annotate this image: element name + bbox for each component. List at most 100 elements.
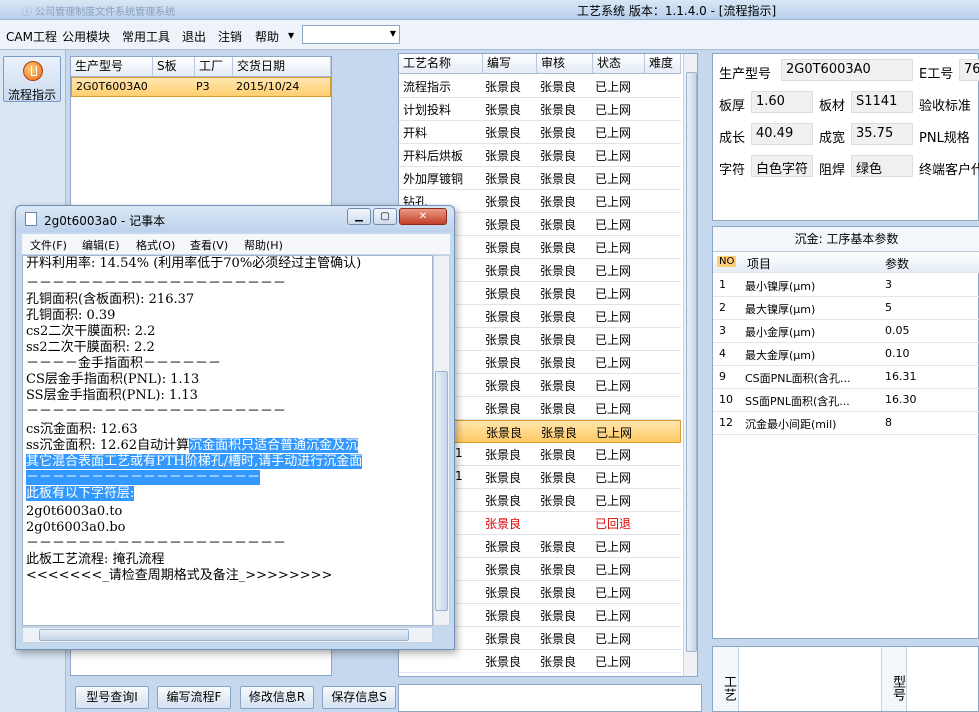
- process-status: 已上网: [595, 609, 632, 623]
- window-ghost-title: ⓘ 公司管理制度文件系统管理系统: [22, 7, 176, 18]
- param-no: 12: [719, 416, 733, 429]
- notepad-line-text: 2g0t6003a0.bo: [26, 520, 126, 535]
- query-model-button[interactable]: 型号查询I: [75, 686, 149, 709]
- flow-indicator-button[interactable]: 流程指示: [3, 56, 61, 102]
- process-scrollbar[interactable]: [683, 54, 697, 676]
- notepad-selected-text: 此板有以下字符层:: [26, 486, 135, 501]
- process-reviewer: 张景良: [540, 126, 577, 140]
- mask-label: 阻焊: [819, 163, 846, 178]
- minimize-icon[interactable]: ▁: [347, 208, 371, 225]
- notepad-line-text: <<<<<<<_请检查周期格式及备注_>>>>>>>>: [26, 568, 333, 583]
- menu-logout[interactable]: 注销: [218, 28, 242, 45]
- process-reviewer: 张景良: [540, 563, 577, 577]
- process-writer: 张景良: [485, 471, 522, 485]
- process-params-panel: 沉金: 工序基本参数 NO 项目 参数 1 最小镍厚(μm) 3 2 最大镍厚(μm) 5…: [712, 226, 979, 639]
- param-row[interactable]: 2 最大镍厚(μm) 5: [713, 297, 979, 320]
- mask-field[interactable]: 绿色: [851, 155, 913, 177]
- notepad-hscroll-thumb[interactable]: [39, 629, 409, 641]
- col-value[interactable]: 参数: [885, 255, 909, 272]
- notepad-vscroll[interactable]: [433, 255, 450, 626]
- param-row[interactable]: 9 CS面PNL面积(含孔... 16.31: [713, 366, 979, 389]
- process-writer: 张景良: [485, 264, 522, 278]
- notepad-title-bar[interactable]: 2g0t6003a0 - 记事本 ▁ ▢ ✕: [16, 206, 454, 232]
- param-row[interactable]: 3 最小金厚(μm) 0.05: [713, 320, 979, 343]
- process-status: 已上网: [595, 402, 632, 416]
- process-status: 已上网: [595, 195, 632, 209]
- menu-exit[interactable]: 退出: [182, 28, 206, 45]
- col-process-name[interactable]: 工艺名称: [399, 54, 483, 73]
- close-icon[interactable]: ✕: [399, 208, 447, 225]
- char-field[interactable]: 白色字符: [751, 155, 813, 177]
- process-row[interactable]: 开料后烘板 张景良 张景良 已上网: [399, 144, 681, 167]
- width-field[interactable]: 35.75: [851, 123, 913, 145]
- process-status: 已上网: [595, 563, 632, 577]
- save-info-button[interactable]: 保存信息S: [322, 686, 396, 709]
- notepad-menu-file[interactable]: 文件(F): [30, 237, 67, 253]
- edit-info-button[interactable]: 修改信息R: [240, 686, 314, 709]
- notepad-menu-format[interactable]: 格式(O): [136, 237, 175, 253]
- col-status[interactable]: 状态: [593, 54, 645, 73]
- process-writer: 张景良: [485, 676, 521, 677]
- process-status: 已回退: [595, 517, 632, 531]
- process-reviewer: 张景良: [540, 241, 577, 255]
- menu-tools[interactable]: 常用工具: [122, 28, 170, 45]
- process-row[interactable]: 开料 张景良 张景良 已上网: [399, 121, 681, 144]
- col-factory[interactable]: 工厂: [195, 57, 233, 76]
- col-s-board[interactable]: S板: [153, 57, 195, 76]
- param-row[interactable]: 12 沉金最小间距(mil) 8: [713, 412, 979, 435]
- help-dropdown-icon[interactable]: ▼: [288, 31, 294, 40]
- notepad-window[interactable]: 2g0t6003a0 - 记事本 ▁ ▢ ✕ 文件(F) 编辑(E) 格式(O)…: [15, 205, 455, 650]
- notepad-line: cs2二次干膜面积: 2.2: [26, 324, 155, 340]
- notepad-line: <<<<<<<_请检查周期格式及备注_>>>>>>>>: [26, 568, 332, 584]
- process-row[interactable]: 外加厚镀铜 张景良 张景良 已上网: [399, 167, 681, 190]
- process-writer: 张景良: [486, 426, 523, 440]
- customer-label: 终端客户代: [919, 163, 979, 178]
- param-row[interactable]: 4 最大金厚(μm) 0.10: [713, 343, 979, 366]
- process-reviewer: 张景良: [540, 264, 577, 278]
- param-item: SS面PNL面积(含孔...: [745, 395, 850, 408]
- process-status: 已上网: [595, 333, 632, 347]
- scroll-thumb[interactable]: [686, 72, 697, 652]
- write-flow-button[interactable]: 编写流程F: [157, 686, 231, 709]
- model-field[interactable]: 2G0T6003A0: [781, 59, 913, 81]
- notepad-line: －－－－－－－－－－－－－－－－－－－－: [26, 276, 286, 292]
- process-writer: 张景良: [485, 241, 522, 255]
- menu-cam[interactable]: CAM工程: [6, 28, 57, 45]
- notepad-menu-edit[interactable]: 编辑(E): [82, 237, 120, 253]
- process-row[interactable]: 包装 张景良 张景良 已上网: [399, 673, 681, 677]
- col-model[interactable]: 生产型号: [71, 57, 153, 76]
- menu-help[interactable]: 帮助: [255, 28, 279, 45]
- process-row[interactable]: 张景良 张景良 已上网: [399, 650, 681, 673]
- notepad-line-text: ss沉金面积: 12.62自动计算: [26, 438, 190, 453]
- col-date[interactable]: 交货日期: [233, 57, 331, 76]
- process-row[interactable]: 计划投料 张景良 张景良 已上网: [399, 98, 681, 121]
- notepad-line-text: CS层金手指面积(PNL): 1.13: [26, 372, 200, 387]
- col-item[interactable]: 项目: [747, 255, 771, 272]
- notepad-menu-view[interactable]: 查看(V): [190, 237, 228, 253]
- notepad-menu-help[interactable]: 帮助(H): [244, 237, 283, 253]
- menu-combo-box[interactable]: ▼: [302, 25, 400, 44]
- length-field[interactable]: 40.49: [751, 123, 813, 145]
- col-writer[interactable]: 编写: [483, 54, 537, 73]
- col-no[interactable]: NO: [717, 256, 737, 267]
- process-writer: 张景良: [485, 494, 522, 508]
- eng-field[interactable]: 76: [959, 59, 979, 81]
- param-row[interactable]: 10 SS面PNL面积(含孔... 16.30: [713, 389, 979, 412]
- process-writer: 张景良: [485, 563, 522, 577]
- material-field[interactable]: S1141: [851, 91, 913, 113]
- menu-public[interactable]: 公用模块: [62, 28, 110, 45]
- col-reviewer[interactable]: 审核: [537, 54, 593, 73]
- maximize-icon[interactable]: ▢: [373, 208, 397, 225]
- notepad-line: cs沉金面积: 12.63: [26, 422, 138, 438]
- thick-field[interactable]: 1.60: [751, 91, 813, 113]
- order-row[interactable]: 2G0T6003A0 P3 2015/10/24: [71, 77, 331, 97]
- process-reviewer: 张景良: [540, 540, 577, 554]
- col-difficulty[interactable]: 难度: [645, 54, 681, 73]
- notepad-vscroll-thumb[interactable]: [435, 371, 448, 611]
- process-writer: 张景良: [485, 333, 522, 347]
- notepad-hscroll[interactable]: [22, 627, 433, 643]
- process-reviewer: 张景良: [540, 149, 577, 163]
- process-row[interactable]: 流程指示 张景良 张景良 已上网: [399, 75, 681, 98]
- param-row[interactable]: 1 最小镍厚(μm) 3: [713, 274, 979, 297]
- notepad-text-area[interactable]: 开料利用率: 14.54% (利用率低于70%必须经过主管确认) －－－－－－－－…: [22, 255, 433, 626]
